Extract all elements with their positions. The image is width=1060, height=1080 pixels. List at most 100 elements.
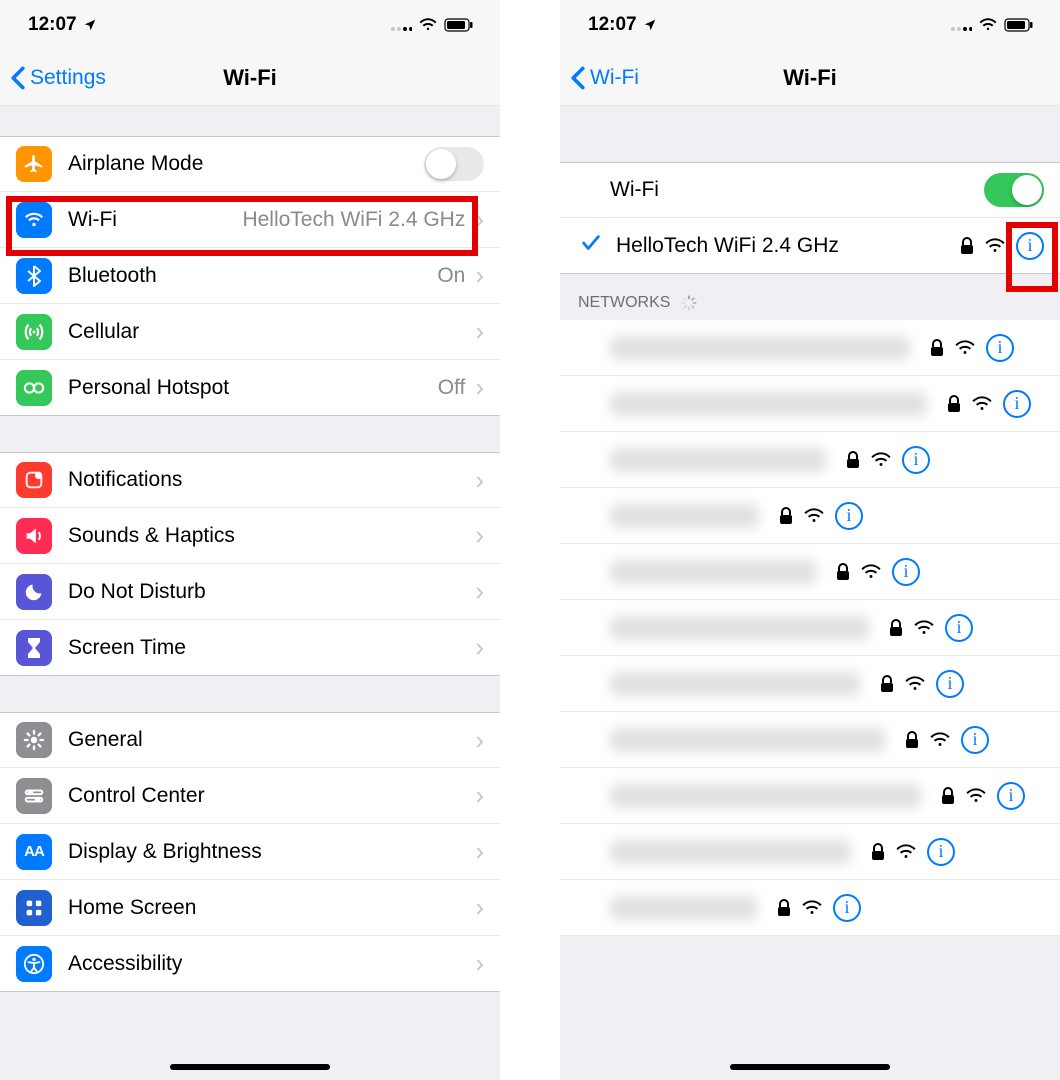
spinner-icon [680,294,698,312]
row-bluetooth[interactable]: Bluetooth On › [0,248,500,304]
settings-group-general: General › Control Center › AA Display & … [0,712,500,992]
wifi-signal-icon [965,788,987,804]
info-button[interactable]: i [1003,390,1031,418]
row-do-not-disturb[interactable]: Do Not Disturb › [0,564,500,620]
chevron-right-icon: › [475,465,484,496]
info-button[interactable]: i [892,558,920,586]
row-notifications[interactable]: Notifications › [0,452,500,508]
network-name-blurred [610,392,927,416]
network-row[interactable]: i [560,488,1060,544]
lock-icon [947,395,961,413]
row-cellular[interactable]: Cellular › [0,304,500,360]
wifi-icon [16,202,52,238]
info-button[interactable]: i [997,782,1025,810]
row-label: Airplane Mode [68,152,424,176]
wifi-signal-icon [929,732,951,748]
row-control-center[interactable]: Control Center › [0,768,500,824]
notifications-icon [16,462,52,498]
row-label: Wi-Fi [68,208,242,232]
network-name-blurred [610,896,757,920]
network-row[interactable]: i [560,544,1060,600]
network-row[interactable]: i [560,712,1060,768]
airplane-toggle[interactable] [424,147,484,181]
row-detail: On [437,264,465,288]
network-row[interactable]: i [560,320,1060,376]
row-accessibility[interactable]: Accessibility › [0,936,500,992]
networks-header: NETWORKS [560,274,1060,320]
network-row[interactable]: i [560,600,1060,656]
row-detail: HelloTech WiFi 2.4 GHz [242,208,465,232]
info-button[interactable]: i [986,334,1014,362]
row-screen-time[interactable]: Screen Time › [0,620,500,676]
row-label: Display & Brightness [68,840,471,864]
chevron-right-icon: › [475,725,484,756]
row-label: General [68,728,471,752]
info-button[interactable]: i [936,670,964,698]
chevron-right-icon: › [475,316,484,347]
row-label: Wi-Fi [610,178,984,202]
lock-icon [941,787,955,805]
wifi-signal-icon [895,844,917,860]
battery-icon [444,18,474,32]
network-row[interactable]: i [560,768,1060,824]
lock-icon [889,619,903,637]
wifi-signal-icon [954,340,976,356]
row-personal-hotspot[interactable]: Personal Hotspot Off › [0,360,500,416]
wifi-status-icon [978,18,998,32]
row-wifi[interactable]: Wi-Fi HelloTech WiFi 2.4 GHz › [0,192,500,248]
row-label: Accessibility [68,952,471,976]
lock-icon [846,451,860,469]
info-button[interactable]: i [835,502,863,530]
back-button[interactable]: Wi-Fi [560,66,639,90]
network-row[interactable]: i [560,376,1060,432]
connected-network-name: HelloTech WiFi 2.4 GHz [616,234,960,258]
row-airplane-mode[interactable]: Airplane Mode [0,136,500,192]
location-icon [83,18,97,32]
control-center-icon [16,778,52,814]
row-display-brightness[interactable]: AA Display & Brightness › [0,824,500,880]
row-connected-network[interactable]: HelloTech WiFi 2.4 GHz i [560,218,1060,274]
home-indicator[interactable] [730,1064,890,1070]
cellular-icon [16,314,52,350]
row-wifi-toggle[interactable]: Wi-Fi [560,162,1060,218]
row-home-screen[interactable]: Home Screen › [0,880,500,936]
row-label: Screen Time [68,636,471,660]
row-general[interactable]: General › [0,712,500,768]
wifi-toggle[interactable] [984,173,1044,207]
general-icon [16,722,52,758]
bluetooth-icon [16,258,52,294]
info-button[interactable]: i [833,894,861,922]
info-button[interactable]: i [927,838,955,866]
wifi-screen: 12:07 Wi-Fi Wi-Fi Wi-Fi HelloT [560,0,1060,1080]
home-indicator[interactable] [170,1064,330,1070]
lock-icon [880,675,894,693]
lock-icon [960,237,974,255]
airplane-icon [16,146,52,182]
nav-bar: Wi-Fi Wi-Fi [560,50,1060,106]
lock-icon [779,507,793,525]
back-button[interactable]: Settings [0,66,106,90]
wifi-signal-icon [984,238,1006,254]
row-label: Sounds & Haptics [68,524,471,548]
row-sounds[interactable]: Sounds & Haptics › [0,508,500,564]
network-name-blurred [610,448,826,472]
home-screen-icon [16,890,52,926]
row-detail: Off [438,376,466,400]
network-name-blurred [610,616,869,640]
chevron-right-icon: › [475,780,484,811]
network-row[interactable]: i [560,880,1060,936]
info-button[interactable]: i [945,614,973,642]
row-label: Home Screen [68,896,471,920]
network-row[interactable]: i [560,656,1060,712]
info-button[interactable]: i [902,446,930,474]
network-name-blurred [610,560,816,584]
network-row[interactable]: i [560,824,1060,880]
settings-group-alerts: Notifications › Sounds & Haptics › Do No… [0,452,500,676]
info-button[interactable]: i [1016,232,1044,260]
wifi-signal-icon [860,564,882,580]
location-icon [643,18,657,32]
sounds-icon [16,518,52,554]
info-button[interactable]: i [961,726,989,754]
network-row[interactable]: i [560,432,1060,488]
network-name-blurred [610,504,759,528]
